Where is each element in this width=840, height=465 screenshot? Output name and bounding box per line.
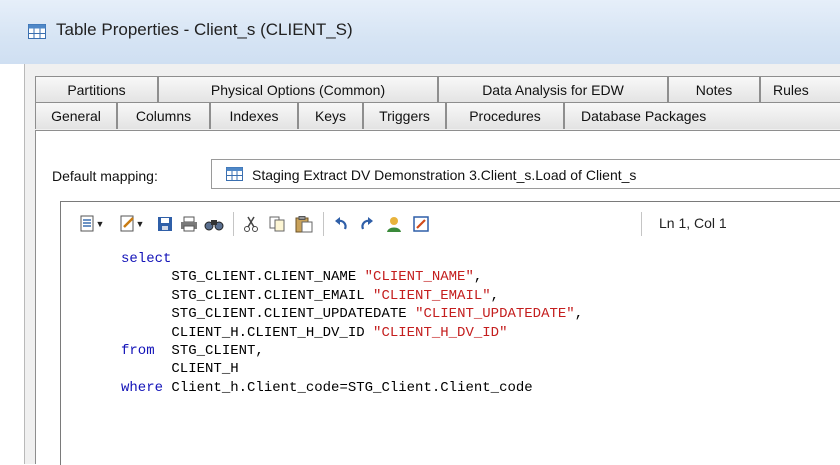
tab-keys[interactable]: Keys xyxy=(298,102,363,129)
code-line: select xyxy=(121,250,583,268)
user-button[interactable] xyxy=(383,214,405,234)
sql-keyword: from xyxy=(121,343,155,360)
toolbar-separator xyxy=(233,212,234,236)
sql-text: STG_CLIENT.CLIENT_EMAIL xyxy=(121,287,374,304)
tab-triggers[interactable]: Triggers xyxy=(363,102,446,129)
sql-string: "CLIENT_H_DV_ID" xyxy=(373,324,508,341)
save-icon xyxy=(158,217,172,231)
copy-button[interactable] xyxy=(267,214,287,234)
cut-button[interactable] xyxy=(241,214,261,234)
sql-text: , xyxy=(473,269,483,286)
sql-text: CLIENT_H.CLIENT_H_DV_ID xyxy=(121,324,374,341)
tab-procedures[interactable]: Procedures xyxy=(446,102,564,129)
tab-indexes[interactable]: Indexes xyxy=(210,102,298,129)
sql-text: , xyxy=(574,306,584,323)
sql-keyword: select xyxy=(121,251,172,267)
code-line: from STG_CLIENT, xyxy=(121,342,583,360)
properties-dialog: Partitions Physical Options (Common) Dat… xyxy=(24,64,840,465)
tab-columns[interactable]: Columns xyxy=(117,102,210,129)
undo-button[interactable] xyxy=(331,214,351,234)
user-icon xyxy=(387,216,401,232)
window-title: Table Properties - Client_s (CLIENT_S) xyxy=(56,20,353,39)
default-mapping-label: Default mapping: xyxy=(52,168,158,184)
sql-text: , xyxy=(490,287,500,304)
properties-menu-icon xyxy=(120,215,134,232)
cursor-position: Ln 1, Col 1 xyxy=(659,215,727,231)
paste-icon xyxy=(295,215,313,232)
copy-icon xyxy=(269,216,285,232)
paste-button[interactable] xyxy=(293,214,315,234)
default-mapping-value: Staging Extract DV Demonstration 3.Clien… xyxy=(252,167,637,183)
sql-text: Client_h.Client_code=STG_Client.Client_c… xyxy=(163,379,533,396)
properties-menu-button[interactable]: ▼ xyxy=(117,214,147,234)
sql-string: "CLIENT_NAME" xyxy=(364,269,474,286)
tab-general[interactable]: General xyxy=(35,102,117,129)
edit-button[interactable] xyxy=(411,214,431,234)
sql-text: STG_CLIENT, xyxy=(154,343,264,360)
find-button[interactable] xyxy=(203,214,225,234)
tab-partitions[interactable]: Partitions xyxy=(35,76,158,103)
table-grid-icon xyxy=(28,24,46,39)
print-button[interactable] xyxy=(179,214,199,234)
edit-icon xyxy=(413,216,429,232)
code-line: STG_CLIENT.CLIENT_UPDATEDATE "CLIENT_UPD… xyxy=(121,305,583,323)
code-line: STG_CLIENT.CLIENT_NAME "CLIENT_NAME", xyxy=(121,268,583,286)
print-icon xyxy=(181,216,197,232)
sql-code[interactable]: select STG_CLIENT.CLIENT_NAME "CLIENT_NA… xyxy=(121,250,583,397)
code-line: STG_CLIENT.CLIENT_EMAIL "CLIENT_EMAIL", xyxy=(121,287,583,305)
sql-string: "CLIENT_UPDATEDATE" xyxy=(415,306,575,323)
save-button[interactable] xyxy=(155,214,175,234)
sql-editor[interactable]: ▼ ▼ Ln 1, Col 1 select STG_CLIENT.CLIENT… xyxy=(60,201,840,465)
find-icon xyxy=(204,220,224,231)
code-line: where Client_h.Client_code=STG_Client.Cl… xyxy=(121,379,583,397)
sql-text: STG_CLIENT.CLIENT_UPDATEDATE xyxy=(121,306,416,323)
code-line: CLIENT_H xyxy=(121,360,583,378)
redo-icon xyxy=(361,217,373,230)
chevron-down-icon: ▼ xyxy=(135,218,145,229)
window-titlebar[interactable]: Table Properties - Client_s (CLIENT_S) xyxy=(0,0,840,64)
undo-icon xyxy=(335,217,347,230)
edit-menu-button[interactable]: ▼ xyxy=(77,214,107,234)
sql-keyword: where xyxy=(121,379,164,396)
tab-data-analysis-edw[interactable]: Data Analysis for EDW xyxy=(438,76,668,103)
table-grid-icon xyxy=(226,167,243,181)
sql-string: "CLIENT_EMAIL" xyxy=(373,287,491,304)
toolbar-separator xyxy=(323,212,324,236)
code-line: CLIENT_H.CLIENT_H_DV_ID "CLIENT_H_DV_ID" xyxy=(121,324,583,342)
tab-database-packages[interactable]: Database Packages xyxy=(564,102,840,129)
toolbar-separator xyxy=(641,212,642,236)
edit-menu-icon xyxy=(80,215,94,232)
default-mapping-field[interactable]: Staging Extract DV Demonstration 3.Clien… xyxy=(211,159,840,189)
sql-text: STG_CLIENT.CLIENT_NAME xyxy=(121,269,365,286)
redo-button[interactable] xyxy=(357,214,377,234)
tab-notes[interactable]: Notes xyxy=(668,76,760,103)
cut-icon xyxy=(244,216,258,232)
sql-text: CLIENT_H xyxy=(121,361,239,378)
tab-panel: Default mapping: Staging Extract DV Demo… xyxy=(35,130,840,465)
chevron-down-icon: ▼ xyxy=(95,218,105,229)
tab-physical-options[interactable]: Physical Options (Common) xyxy=(158,76,438,103)
tab-rules[interactable]: Rules xyxy=(760,76,840,103)
